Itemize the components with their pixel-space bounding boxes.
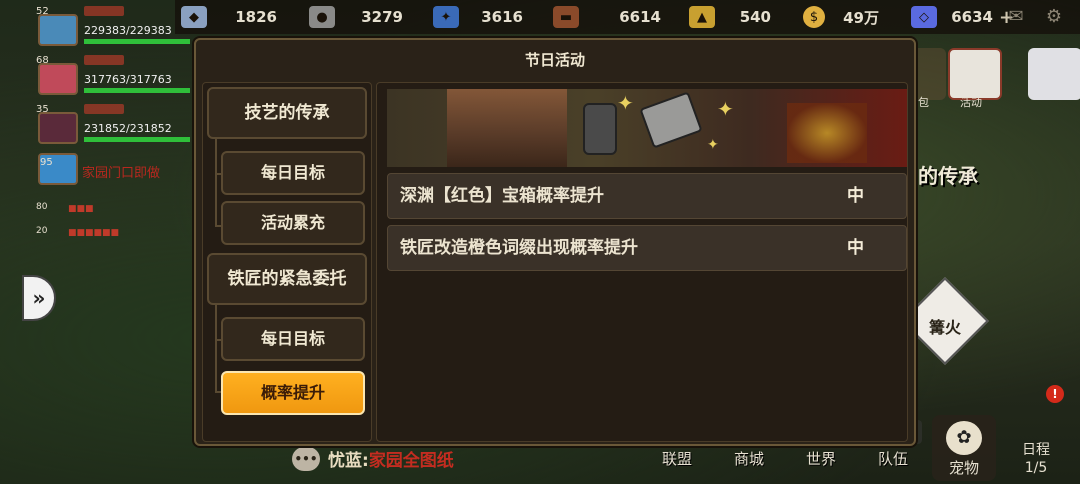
nav-alliance[interactable]: 联盟 — [648, 448, 706, 469]
gear-icon[interactable]: ⚙ — [1042, 6, 1066, 28]
member-tag: ■■■ — [68, 204, 94, 214]
calendar-icon[interactable] — [948, 48, 1002, 100]
member-name-bar — [84, 6, 124, 16]
mail-icon[interactable]: ✉ — [1004, 6, 1028, 28]
wood-icon: ▬ — [553, 6, 579, 28]
tab-recharge[interactable]: 活动累充 — [221, 201, 365, 245]
coin-icon: $ — [803, 6, 825, 28]
tab-probability-boost[interactable]: 概率提升 — [221, 371, 365, 415]
resource-gold-ore[interactable]: ▲ 540 — [689, 0, 771, 34]
diamond-icon: ◇ — [911, 6, 937, 28]
member-level: 95 — [40, 157, 53, 168]
resource-crystal[interactable]: ✦ 3616 — [433, 0, 523, 34]
party-member-small[interactable]: 20 ■■■■■■ — [34, 222, 184, 246]
boost-level: 中 — [847, 186, 864, 206]
hp-bar — [84, 88, 190, 93]
resource-value: 1826 — [235, 8, 277, 26]
boost-level: 中 — [847, 238, 864, 258]
resource-value: 49万 — [843, 8, 879, 27]
party-member[interactable]: 68 317763/317763 — [34, 51, 190, 98]
resource-value: 3279 — [361, 8, 403, 26]
nav-shop[interactable]: 商城 — [720, 448, 778, 469]
tree-connector — [215, 305, 217, 393]
category-menu: 技艺的传承 每日目标 活动累充 铁匠的紧急委托 每日目标 概率提升 — [202, 82, 372, 442]
sparkle-icon: ✦ — [707, 137, 719, 153]
member-hp: 317763/317763 — [84, 73, 172, 86]
member-name-bar — [84, 104, 124, 114]
avatar — [38, 112, 78, 144]
member-level: 20 — [36, 226, 48, 236]
boost-description: 深渊【红色】宝箱概率提升 — [400, 186, 604, 206]
resource-coin[interactable]: $ 49万 — [803, 0, 879, 34]
schedule-progress: 1/5 — [1024, 460, 1048, 476]
bag-label: 包 — [918, 96, 929, 109]
anvil-icon — [639, 91, 703, 149]
armor-icon — [583, 103, 617, 155]
paw-icon: ✿ — [946, 421, 982, 455]
avatar — [38, 14, 78, 46]
hp-bar — [84, 39, 190, 44]
resource-stone[interactable]: ◆ 1826 — [181, 0, 277, 34]
crystal-icon: ◆ — [181, 6, 207, 28]
resource-value: 540 — [739, 8, 771, 26]
boost-description: 铁匠改造橙色词缀出现概率提升 — [400, 238, 638, 258]
character-portrait-icon[interactable] — [1028, 48, 1080, 100]
member-name-bar — [84, 55, 124, 65]
list-item: 铁匠改造橙色词缀出现概率提升 中 — [387, 225, 907, 271]
party-member[interactable]: 52 229383/229383 — [34, 2, 190, 49]
tab-daily-goal-2[interactable]: 每日目标 — [221, 317, 365, 361]
list-item: 深渊【红色】宝箱概率提升 中 — [387, 173, 907, 219]
event-banner: ✦ ✦ ✦ — [387, 89, 907, 167]
blue-crystal-icon: ✦ — [433, 6, 459, 28]
pet-button[interactable]: ✿ 宠物 — [932, 415, 996, 481]
resource-value: 3616 — [481, 8, 523, 26]
festival-event-dialog: 节日活动 技艺的传承 每日目标 活动累充 铁匠的紧急委托 每日目标 概率提升 ✦… — [194, 38, 916, 446]
party-list: 52 229383/229383 68 317763/317763 35 231… — [34, 2, 190, 246]
resource-wood[interactable]: ▬ 6614 — [553, 0, 661, 34]
member-hp: 229383/229383 — [84, 24, 172, 37]
nav-world[interactable]: 世界 — [792, 448, 850, 469]
resource-value: 6614 — [619, 8, 661, 26]
nav-team[interactable]: 队伍 — [864, 448, 922, 469]
bonfire-label: 篝火 — [928, 318, 961, 337]
schedule-button[interactable]: ! 日程 1/5 — [1006, 385, 1066, 481]
resource-value: 6634 — [951, 8, 993, 26]
resource-bar: ◆ 1826 ● 3279 ✦ 3616 ▬ 6614 ▲ 540 $ 49万 … — [175, 0, 1080, 34]
member-level: 80 — [36, 202, 48, 212]
chat-message: 家园全图纸 — [368, 451, 454, 471]
blacksmith-figure — [447, 89, 567, 167]
alert-badge: ! — [1046, 385, 1064, 403]
member-hp: 231852/231852 — [84, 122, 172, 135]
chat-sender: 忧蓝: — [328, 451, 369, 471]
tree-connector — [215, 137, 217, 227]
schedule-title: 日程 — [1022, 442, 1050, 458]
ore-icon: ● — [309, 6, 335, 28]
resource-iron[interactable]: ● 3279 — [309, 0, 403, 34]
treasure-chest-icon — [787, 103, 867, 163]
avatar — [38, 63, 78, 95]
party-member-small[interactable]: 80 ■■■ — [34, 198, 184, 222]
content-panel: ✦ ✦ ✦ 深渊【红色】宝箱概率提升 中 铁匠改造橙色词缀出现概率提升 中 — [376, 82, 908, 442]
category-blacksmith-request[interactable]: 铁匠的紧急委托 — [207, 253, 367, 305]
sparkle-icon: ✦ — [617, 91, 634, 115]
double-chevron-right-icon: » — [32, 286, 46, 310]
dialog-title: 节日活动 — [524, 51, 585, 69]
schedule-label: 日程 1/5 — [1006, 441, 1066, 477]
activity-label: 活动 — [960, 96, 982, 109]
resource-diamond[interactable]: ◇ 6634 + — [911, 0, 1014, 34]
expand-panel-button[interactable]: » — [22, 275, 56, 321]
hp-bar — [84, 137, 190, 142]
event-title-fragment: 的传承 — [918, 164, 978, 188]
sparkle-icon: ✦ — [717, 97, 734, 121]
category-skill-inheritance[interactable]: 技艺的传承 — [207, 87, 367, 139]
party-member[interactable]: 35 231852/231852 — [34, 100, 190, 147]
home-notice[interactable]: 家园门口即做 — [82, 162, 160, 181]
gold-ore-icon: ▲ — [689, 6, 715, 28]
pet-label: 宠物 — [948, 459, 979, 477]
chat-line[interactable]: ••• 忧蓝: 家园全图纸 — [292, 446, 454, 471]
member-tag: ■■■■■■ — [68, 228, 120, 238]
chat-bubble-icon: ••• — [292, 446, 320, 471]
tab-daily-goal[interactable]: 每日目标 — [221, 151, 365, 195]
